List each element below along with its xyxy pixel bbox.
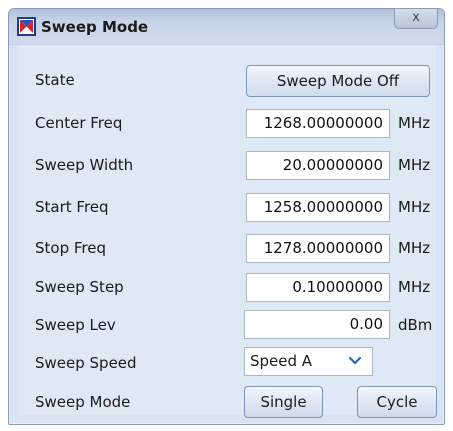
sweep-speed-select[interactable]: Speed A (244, 347, 373, 376)
sweep-width-unit: MHz (398, 156, 431, 174)
sweep-lev-unit: dBm (398, 316, 433, 334)
sweep-speed-label: Sweep Speed (35, 354, 137, 372)
title-bar[interactable]: Sweep Mode x (9, 9, 444, 45)
sweep-step-input[interactable]: 0.10000000 (246, 273, 390, 302)
start-freq-input[interactable]: 1258.00000000 (246, 193, 390, 222)
sweep-width-label: Sweep Width (35, 156, 134, 174)
cycle-button[interactable]: Cycle (357, 386, 437, 418)
sweep-width-input[interactable]: 20.00000000 (246, 151, 390, 180)
stop-freq-label: Stop Freq (35, 239, 106, 257)
center-freq-input[interactable]: 1268.00000000 (246, 109, 390, 138)
state-label: State (35, 71, 75, 89)
sweep-lev-label: Sweep Lev (35, 316, 116, 334)
center-freq-label: Center Freq (35, 114, 123, 132)
start-freq-unit: MHz (398, 198, 431, 216)
close-icon: x (412, 10, 420, 25)
window-title: Sweep Mode (41, 18, 149, 36)
sweep-mode-label: Sweep Mode (35, 393, 131, 411)
sweep-step-unit: MHz (398, 278, 431, 296)
sweep-mode-toggle-button[interactable]: Sweep Mode Off (246, 65, 430, 97)
stop-freq-input[interactable]: 1278.00000000 (246, 234, 390, 263)
chevron-down-icon[interactable] (348, 350, 362, 370)
center-freq-unit: MHz (398, 114, 431, 132)
single-button[interactable]: Single (244, 386, 323, 418)
close-button[interactable]: x (394, 9, 438, 29)
sweep-step-label: Sweep Step (35, 278, 124, 296)
sweep-settings-panel: State Sweep Mode Off Center Freq 1268.00… (19, 45, 437, 418)
sweep-lev-input[interactable]: 0.00 (244, 310, 390, 339)
app-logo-icon (17, 17, 36, 36)
stop-freq-unit: MHz (398, 239, 431, 257)
sweep-speed-selected-value: Speed A (250, 352, 313, 370)
start-freq-label: Start Freq (35, 198, 109, 216)
sweep-mode-window: Sweep Mode x State Sweep Mode Off Center… (8, 8, 445, 425)
